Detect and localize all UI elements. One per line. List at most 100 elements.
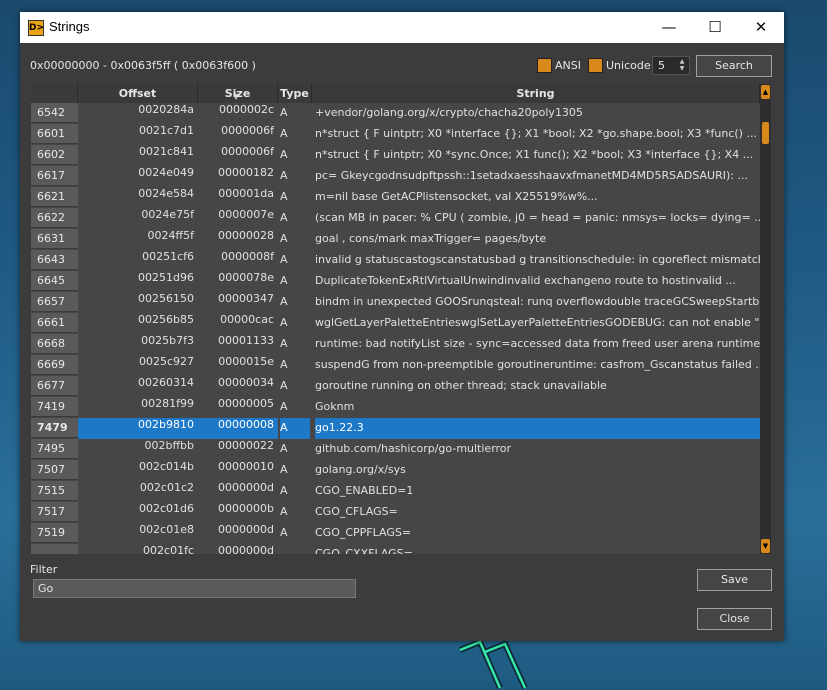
cell-size: 00000347 — [218, 292, 274, 305]
cell-type: A — [280, 274, 288, 287]
strings-window: D> Strings — ☐ ✕ 0x00000000 - 0x0063f5ff… — [20, 12, 784, 641]
cell-size: 0000015e — [218, 355, 274, 368]
cell-string: (scan MB in pacer: % CPU ( zombie, j0 = … — [315, 211, 760, 224]
header-string[interactable]: String — [312, 84, 760, 103]
spin-arrows-icon[interactable]: ▲ ▼ — [676, 58, 688, 73]
filter-input[interactable]: Go — [33, 579, 356, 598]
search-button[interactable]: Search — [696, 55, 772, 77]
cell-size: 0000000d — [218, 523, 274, 536]
cell-size: 00000008 — [198, 418, 278, 439]
table-row[interactable]: 6669 0025c927 0000015e AsuspendG from non-p… — [31, 355, 760, 376]
filter-label: Filter — [30, 563, 58, 576]
table-row[interactable]: 6677 00260314 00000034 Agoroutine running o… — [31, 376, 760, 397]
cell-offset: 002b9810 — [78, 418, 198, 439]
background-cursor-art — [458, 640, 528, 690]
cell-string: CGO_CPPFLAGS= — [315, 526, 412, 539]
table-row[interactable]: 6622 0024e75f 0000007e A (scan MB in pacer:… — [31, 208, 760, 229]
table-row[interactable]: 002c01fc 0000000d CGO_CXXFLAGS= — [31, 544, 760, 554]
cell-row-number: 7517 — [31, 502, 78, 522]
table-row[interactable]: 6542 0020284a 0000002c A +vendor/golang.org/… — [31, 103, 760, 124]
cell-size: 0000006f — [221, 145, 274, 158]
minimize-button[interactable]: — — [646, 12, 692, 43]
table-row[interactable]: 6621 0024e584 000001da A m=nil base GetACPl… — [31, 187, 760, 208]
table-row[interactable]: 6631 0024ff5f 00000028 Agoal , cons/mark ma… — [31, 229, 760, 250]
table-row[interactable]: 7507 002c014b 00000010 Agolang.org/x/sys — [31, 460, 760, 481]
cell-offset: 0024e75f — [141, 208, 194, 221]
cell-type: A — [280, 442, 288, 455]
cell-offset: 00281f99 — [141, 397, 194, 410]
table-row[interactable]: 7519 002c01e8 0000000d A CGO_CPPFLAGS= — [31, 523, 760, 544]
min-length-spinbox[interactable]: 5 ▲ ▼ — [652, 56, 690, 75]
header-row-number[interactable] — [31, 84, 78, 103]
cell-row-number: 6622 — [31, 208, 78, 228]
close-button[interactable]: Close — [697, 608, 772, 630]
cell-size: 0000000d — [218, 544, 274, 554]
maximize-button[interactable]: ☐ — [692, 12, 738, 43]
unicode-checkbox[interactable] — [588, 58, 603, 73]
cell-size: 000001da — [218, 187, 274, 200]
cell-string: suspendG from non-preemptible goroutiner… — [315, 358, 760, 371]
cell-type: A — [280, 127, 288, 140]
cell-string: DuplicateTokenExRtlVirtualUnwindinvalid … — [315, 274, 736, 287]
strings-table: Offset ▼ Size Type String 6542 0020284a 000… — [31, 84, 771, 554]
table-row[interactable]: 6668 0025b7f3 00001133 Aruntime: bad notify… — [31, 334, 760, 355]
save-button[interactable]: Save — [697, 569, 772, 591]
table-header: Offset ▼ Size Type String — [31, 84, 760, 103]
cell-type: A — [280, 400, 288, 413]
cell-offset: 00256150 — [138, 292, 194, 305]
cell-string: CGO_CXXFLAGS= — [315, 547, 413, 554]
cell-size: 00000028 — [218, 229, 274, 242]
table-row[interactable]: 7515 002c01c2 0000000d A CGO_ENABLED=1 — [31, 481, 760, 502]
cell-size: 00000034 — [218, 376, 274, 389]
table-row[interactable]: 6601 0021c7d1 0000006f An*struct { F uintpt… — [31, 124, 760, 145]
cell-row-number — [31, 544, 78, 554]
table-row[interactable]: 6602 0021c841 0000006f An*struct { F uintpt… — [31, 145, 760, 166]
cell-type: A — [280, 526, 288, 539]
header-size[interactable]: Size — [198, 84, 278, 103]
cell-offset: 00251d96 — [138, 271, 194, 284]
table-row[interactable]: 7479 002b9810 00000008 Ago1.22.3 — [31, 418, 760, 439]
cell-offset: 00256b85 — [138, 313, 194, 326]
cell-offset: 002c014b — [138, 460, 194, 473]
ansi-label: ANSI — [555, 59, 581, 72]
cell-row-number: 6657 — [31, 292, 78, 312]
header-type[interactable]: Type — [278, 84, 312, 103]
cell-type: A — [280, 463, 288, 476]
cell-offset: 0025c927 — [138, 355, 194, 368]
table-row[interactable]: 7419 00281f99 00000005 A Goknm — [31, 397, 760, 418]
scroll-down-icon[interactable]: ▼ — [761, 539, 770, 553]
title-bar[interactable]: D> Strings — ☐ ✕ — [20, 12, 784, 43]
cell-type: A — [280, 484, 288, 497]
table-row[interactable]: 7495 002bffbb 00000022 Agithub.com/hashicor… — [31, 439, 760, 460]
close-window-button[interactable]: ✕ — [738, 12, 784, 43]
cell-row-number: 7495 — [31, 439, 78, 459]
cell-size: 0000006f — [221, 124, 274, 137]
address-range: 0x00000000 - 0x0063f5ff ( 0x0063f600 ) — [30, 59, 256, 72]
cell-size: 0000000b — [218, 502, 274, 515]
cell-string: bindm in unexpected GOOSrunqsteal: runq … — [315, 295, 760, 308]
table-row[interactable]: 6657 00256150 00000347 Abindm in unexpected… — [31, 292, 760, 313]
table-row[interactable]: 6661 00256b85 00000cac AwglGetLayerPaletteE… — [31, 313, 760, 334]
table-row[interactable]: 6643 00251cf6 0000008f Ainvalid g statuscas… — [31, 250, 760, 271]
vertical-scrollbar[interactable]: ▲ ▼ — [760, 84, 771, 554]
scroll-up-icon[interactable]: ▲ — [761, 85, 770, 99]
cell-row-number: 6677 — [31, 376, 78, 396]
table-row[interactable]: 6617 0024e049 00000182 Apc= Gkeycgodnsudpft… — [31, 166, 760, 187]
ansi-checkbox[interactable] — [537, 58, 552, 73]
cell-string: n*struct { F uintptr; X0 *interface {}; … — [315, 127, 757, 140]
cell-type: A — [280, 379, 288, 392]
app-logo-icon: D> — [28, 20, 44, 36]
cell-string: +vendor/golang.org/x/crypto/chacha20poly… — [315, 106, 583, 119]
header-offset-label: Offset — [118, 87, 157, 100]
cell-row-number: 6601 — [31, 124, 78, 144]
table-row[interactable]: 7517 002c01d6 0000000b A CGO_CFLAGS= — [31, 502, 760, 523]
cell-string: runtime: bad notifyList size - sync=acce… — [315, 337, 760, 350]
table-row[interactable]: 6645 00251d96 0000078e A DuplicateTokenExRtl… — [31, 271, 760, 292]
cell-offset: 0025b7f3 — [141, 334, 194, 347]
cell-row-number: 6621 — [31, 187, 78, 207]
cell-type — [280, 544, 310, 554]
cell-type: A — [280, 106, 288, 119]
min-length-value: 5 — [658, 59, 665, 72]
header-offset[interactable]: Offset ▼ — [78, 84, 239, 103]
scroll-thumb[interactable] — [762, 122, 769, 144]
